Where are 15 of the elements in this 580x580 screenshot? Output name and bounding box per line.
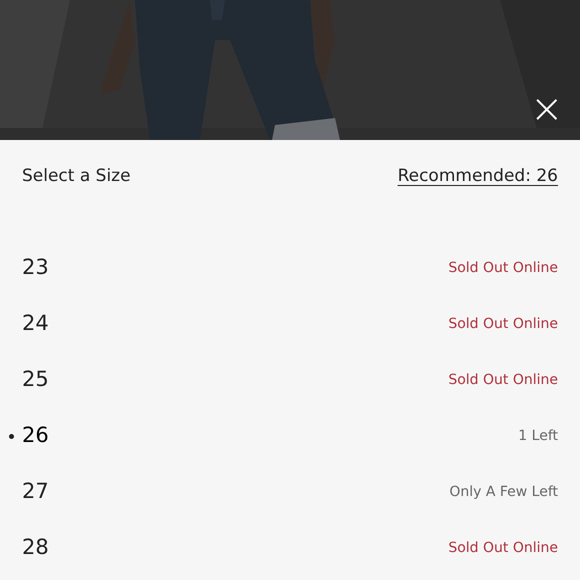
stock-status: Sold Out Online [448, 258, 558, 278]
size-option[interactable]: 23 [9, 252, 49, 284]
stock-status: 1 Left [518, 426, 558, 446]
size-option[interactable]: 24 [9, 308, 49, 340]
sheet-title: Select a Size [22, 165, 131, 188]
stock-status: Sold Out Online [448, 314, 558, 334]
stock-status: Sold Out Online [448, 538, 558, 558]
size-option[interactable]: 25 [9, 364, 49, 396]
stock-status: Sold Out Online [448, 370, 558, 390]
size-option[interactable]: 26 [9, 420, 49, 452]
recommended-size-link[interactable]: Recommended: 26 [398, 164, 558, 190]
stock-status: Only A Few Left [449, 482, 558, 502]
size-option[interactable]: 27 [9, 476, 49, 508]
close-button[interactable]: × [530, 94, 560, 124]
size-option[interactable]: 28 [9, 532, 49, 564]
